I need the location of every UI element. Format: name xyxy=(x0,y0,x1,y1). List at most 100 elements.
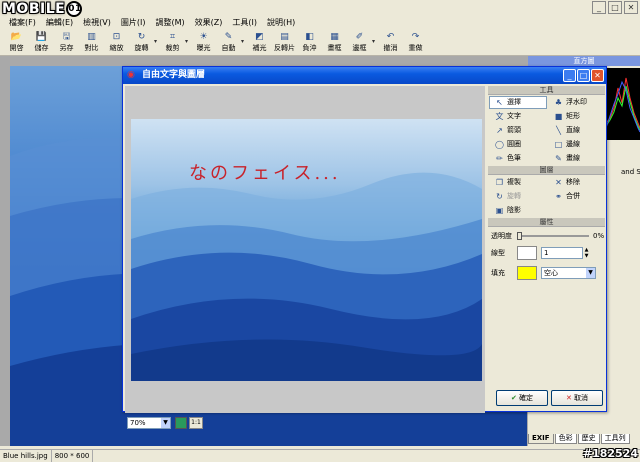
layer-label: 旋轉 xyxy=(507,192,521,200)
delete-icon: ✕ xyxy=(555,178,562,187)
toolbar-button-resize[interactable]: ⊡ 縮放 xyxy=(104,30,129,56)
shadow-icon: ▣ xyxy=(495,206,504,215)
right-tab[interactable]: 工具列 xyxy=(600,434,630,444)
toolbar-button-compare[interactable]: ▥ 對比 xyxy=(79,30,104,56)
right-tab[interactable]: EXIF xyxy=(528,434,554,444)
toolbar-button-border[interactable]: ✐ 邊框 xyxy=(347,30,372,56)
menu-item[interactable]: 檢視(V) xyxy=(78,16,116,29)
preview-area: なのフェイス... xyxy=(125,86,485,413)
ok-button[interactable]: ✔ 確定 xyxy=(496,390,548,406)
preview-image[interactable]: なのフェイス... xyxy=(131,119,482,381)
resize-icon: ⊡ xyxy=(112,32,121,42)
x-icon: ✕ xyxy=(565,394,572,402)
undo-icon: ↶ xyxy=(386,32,395,42)
toolbar-button-exposure[interactable]: ☀ 曝光 xyxy=(191,30,216,56)
toolbar-label: 裁剪 xyxy=(165,44,180,52)
menu-item[interactable]: 說明(H) xyxy=(262,16,300,29)
menu-item[interactable]: 工具(I) xyxy=(227,16,262,29)
maximize-button[interactable]: □ xyxy=(608,1,622,14)
compare-icon: ▥ xyxy=(87,32,96,42)
toolbar-button-collage[interactable]: ▦ 畫框 xyxy=(322,30,347,56)
toolbar-label: 負沖 xyxy=(302,44,317,52)
dialog-maximize-button[interactable]: □ xyxy=(577,69,590,82)
slider-track xyxy=(517,234,589,237)
tool-ellipse[interactable]: ◯ 圓圈 xyxy=(489,138,547,151)
actual-size-button[interactable]: 1:1 xyxy=(189,417,203,429)
toolbar-button-wash[interactable]: ◧ 負沖 xyxy=(297,30,322,56)
dialog-close-button[interactable]: ✕ xyxy=(591,69,604,82)
app-window: _ □ ✕ MOBILE 01 檔案(F) 編輯(E) 檢視(V) 圖片(I) 調整(M)… xyxy=(0,0,640,462)
toolbar-label: 重做 xyxy=(408,44,423,52)
line-width-spinner[interactable]: ▲ ▼ xyxy=(583,247,590,259)
toolbar-button-auto[interactable]: ✎ 自動 xyxy=(216,30,241,56)
layer-label: 移除 xyxy=(566,178,580,186)
tool-brush[interactable]: ✏ 色筆 xyxy=(489,152,547,165)
menu-item[interactable]: 調整(M) xyxy=(150,16,189,29)
lips-icon: ◉ xyxy=(127,70,135,80)
line-color-swatch[interactable] xyxy=(517,245,537,260)
opacity-slider[interactable] xyxy=(517,231,589,240)
tool-arrow[interactable]: ↗ 箭頭 xyxy=(489,124,547,137)
mobile01-logo: MOBILE 01 xyxy=(2,1,83,27)
toolbar-label: 撤消 xyxy=(383,44,398,52)
rotate-icon: ↻ xyxy=(496,192,503,201)
menu-bar: 檔案(F) 編輯(E) 檢視(V) 圖片(I) 調整(M) 效果(Z) 工具(I) 說明(H) xyxy=(0,16,640,29)
line-row: 線型 1 ▲ ▼ xyxy=(488,244,605,261)
tool-watermark[interactable]: ♣ 浮水印 xyxy=(548,96,606,109)
tool-border[interactable]: □ 邊線 xyxy=(548,138,606,151)
open-icon: 📂 xyxy=(10,32,23,42)
collage-icon: ▦ xyxy=(330,32,339,42)
tool-label: 邊線 xyxy=(566,140,580,148)
menu-item[interactable]: 效果(Z) xyxy=(190,16,228,29)
fill-mode-select[interactable]: 空心 ▼ xyxy=(541,266,596,279)
toolbar-button-crop[interactable]: ⌗ 裁剪 xyxy=(160,30,185,56)
toolbar-button-negative[interactable]: ▤ 反轉片 xyxy=(272,30,297,56)
right-tab[interactable]: 色彩 xyxy=(554,434,577,444)
slider-thumb[interactable] xyxy=(517,231,522,240)
tool-pencil[interactable]: ✎ 畫線 xyxy=(548,152,606,165)
tool-label: 畫線 xyxy=(566,154,580,162)
toolbar-label: 旋轉 xyxy=(134,44,149,52)
layer-merge[interactable]: ⚭ 合併 xyxy=(548,190,606,203)
menu-item[interactable]: 圖片(I) xyxy=(116,16,151,29)
logo-o: 01 xyxy=(66,1,83,17)
tool-line[interactable]: ╲ 直線 xyxy=(548,124,606,137)
toolbar-button-redo[interactable]: ↷ 重做 xyxy=(403,30,428,56)
fill-row: 填充 空心 ▼ xyxy=(488,264,605,281)
toolbar-button-save-as[interactable]: 🖫 另存 xyxy=(54,30,79,56)
toolbar-button-rotate[interactable]: ↻ 旋轉 xyxy=(129,30,154,56)
tools-grid: ↖ 選擇 ♣ 浮水印文文字 ■ 矩形 ↗ 箭頭 ╲ 直線 ◯ 圓圈 □ 邊線 ✏ 色筆 ✎ 畫線 xyxy=(488,95,605,166)
tool-text[interactable]: 文文字 xyxy=(489,110,547,123)
toolbar-label: 曝光 xyxy=(196,44,211,52)
toolbar-label: 補光 xyxy=(252,44,267,52)
right-tab[interactable]: 歷史 xyxy=(577,434,600,444)
line-width-input[interactable]: 1 xyxy=(541,246,583,259)
properties-header: 屬性 xyxy=(488,218,605,227)
close-button[interactable]: ✕ xyxy=(624,1,638,14)
main-toolbar: 📂 開啓 💾 儲存 🖫 另存 ▥ 對比 ⊡ 縮放 ↻ 旋轉 ▾ ⌗ 裁剪 ▾ ☀ 曝光 ✎ 自動 ▾ ◩ 補光 ▤ 反轉片 ◧ 負沖… xyxy=(0,30,640,56)
toolbar-button-fill-light[interactable]: ◩ 補光 xyxy=(247,30,272,56)
chevron-down-icon: ▼ xyxy=(161,418,170,428)
layer-delete[interactable]: ✕ 移除 xyxy=(548,176,606,189)
cancel-button[interactable]: ✕ 取消 xyxy=(551,390,603,406)
layer-shadow[interactable]: ▣ 陰影 xyxy=(489,204,547,217)
layer-rotate: ↻ 旋轉 xyxy=(489,190,547,203)
tool-cursor[interactable]: ↖ 選擇 xyxy=(489,96,547,109)
dialog-minimize-button[interactable]: _ xyxy=(563,69,576,82)
toolbar-button-open[interactable]: 📂 開啓 xyxy=(4,30,29,56)
tool-rectangle[interactable]: ■ 矩形 xyxy=(548,110,606,123)
layer-label: 複製 xyxy=(507,178,521,186)
toolbar-label: 反轉片 xyxy=(274,44,295,52)
toolbar-button-undo[interactable]: ↶ 撤消 xyxy=(378,30,403,56)
minimize-button[interactable]: _ xyxy=(592,1,606,14)
toolbar-button-save[interactable]: 💾 儲存 xyxy=(29,30,54,56)
cursor-icon: ↖ xyxy=(496,98,503,107)
opacity-value: 0% xyxy=(593,231,605,240)
fit-to-window-button[interactable] xyxy=(175,417,187,429)
layer-copy[interactable]: ❐ 複製 xyxy=(489,176,547,189)
text-layer[interactable]: なのフェイス... xyxy=(189,159,341,185)
zoom-select[interactable]: 70% ▼ xyxy=(127,417,171,429)
dialog-titlebar[interactable]: ◉ 自由文字與圖層 _ □ ✕ xyxy=(123,67,606,84)
watermark-icon: ♣ xyxy=(554,98,563,107)
fill-color-swatch[interactable] xyxy=(517,265,537,280)
